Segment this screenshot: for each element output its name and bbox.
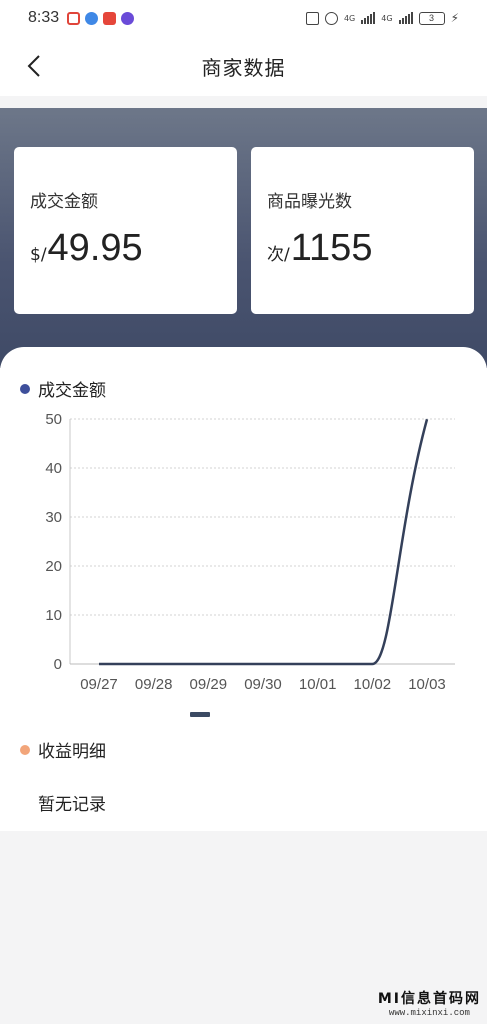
page-title: 商家数据 [201, 55, 286, 80]
app-notification-icon [121, 11, 135, 25]
stat-unit: $/ [30, 245, 47, 265]
stat-value: 1155 [290, 227, 373, 269]
stat-label: 成交金额 [30, 192, 98, 212]
watermark-title: MI信息首码网 [377, 991, 481, 1007]
watermark: MI信息首码网 www.mixinxi.com [378, 988, 481, 1018]
line-chart: 0 10 20 30 40 50 09/27 09/28 09/29 09/30 10/01 10/0… [30, 405, 470, 705]
x-tick-label: 09/30 [244, 676, 282, 693]
signal-icon [361, 12, 376, 24]
watermark-url: www.mixinxi.com [388, 1008, 470, 1018]
status-right-icons: 4G 4G 3 ⚡ [305, 11, 459, 25]
income-section-title: 收益明细 [38, 742, 106, 762]
app-notification-icon [67, 11, 81, 25]
y-tick-label: 0 [54, 656, 62, 673]
y-tick-label: 20 [45, 558, 62, 575]
x-tick-label: 09/29 [190, 676, 228, 693]
stat-value: 49.95 [47, 227, 143, 269]
empty-state-text: 暂无记录 [38, 795, 106, 815]
income-section-header: 收益明细 [20, 737, 106, 762]
nav-bar: 商家数据 [0, 36, 487, 96]
legend-dot [20, 744, 30, 755]
battery-level: 3 [429, 13, 435, 23]
signal-icon [398, 12, 413, 24]
status-time: 8:33 [28, 9, 60, 26]
chart-svg: 0 10 20 30 40 50 09/27 09/28 09/29 09/30 10/01 10/0… [45, 411, 455, 693]
y-tick-label: 10 [45, 607, 62, 624]
charging-icon: ⚡ [450, 11, 459, 25]
x-tick-label: 09/27 [80, 676, 118, 693]
stat-card-exposure: 商品曝光数 次/ 1155 [251, 147, 474, 314]
x-tick-label: 10/02 [354, 676, 392, 693]
back-button[interactable] [18, 50, 50, 82]
x-tick-label: 09/28 [135, 676, 173, 693]
chart-section-title: 成交金额 [38, 381, 106, 401]
battery-icon: 3 [418, 11, 445, 25]
app-notification-icon [85, 11, 99, 25]
app-notification-icon [103, 11, 117, 25]
y-tick-label: 40 [45, 460, 62, 477]
status-bar: 8:33 4G 4G 3 ⚡ [0, 0, 487, 36]
y-tick-label: 30 [45, 509, 62, 526]
y-tick-label: 50 [45, 411, 62, 428]
notification-icons [67, 11, 135, 25]
alarm-icon [324, 11, 338, 25]
network-type-2: 4G [381, 13, 393, 23]
stat-unit: 次/ [267, 245, 290, 265]
nfc-icon [305, 11, 319, 25]
chart-section-header: 成交金额 [20, 376, 106, 401]
chevron-left-icon [27, 55, 40, 77]
x-tick-label: 10/01 [299, 676, 337, 693]
stat-card-revenue: 成交金额 $/ 49.95 [14, 147, 237, 314]
network-type-1: 4G [343, 13, 356, 23]
x-tick-label: 10/03 [408, 676, 446, 693]
stat-value-row: $/ 49.95 [30, 227, 143, 270]
stat-label: 商品曝光数 [267, 192, 352, 212]
stat-value-row: 次/ 1155 [267, 227, 372, 270]
chart-scroll-indicator [190, 712, 210, 717]
series-line [99, 418, 429, 666]
legend-dot [20, 383, 30, 394]
